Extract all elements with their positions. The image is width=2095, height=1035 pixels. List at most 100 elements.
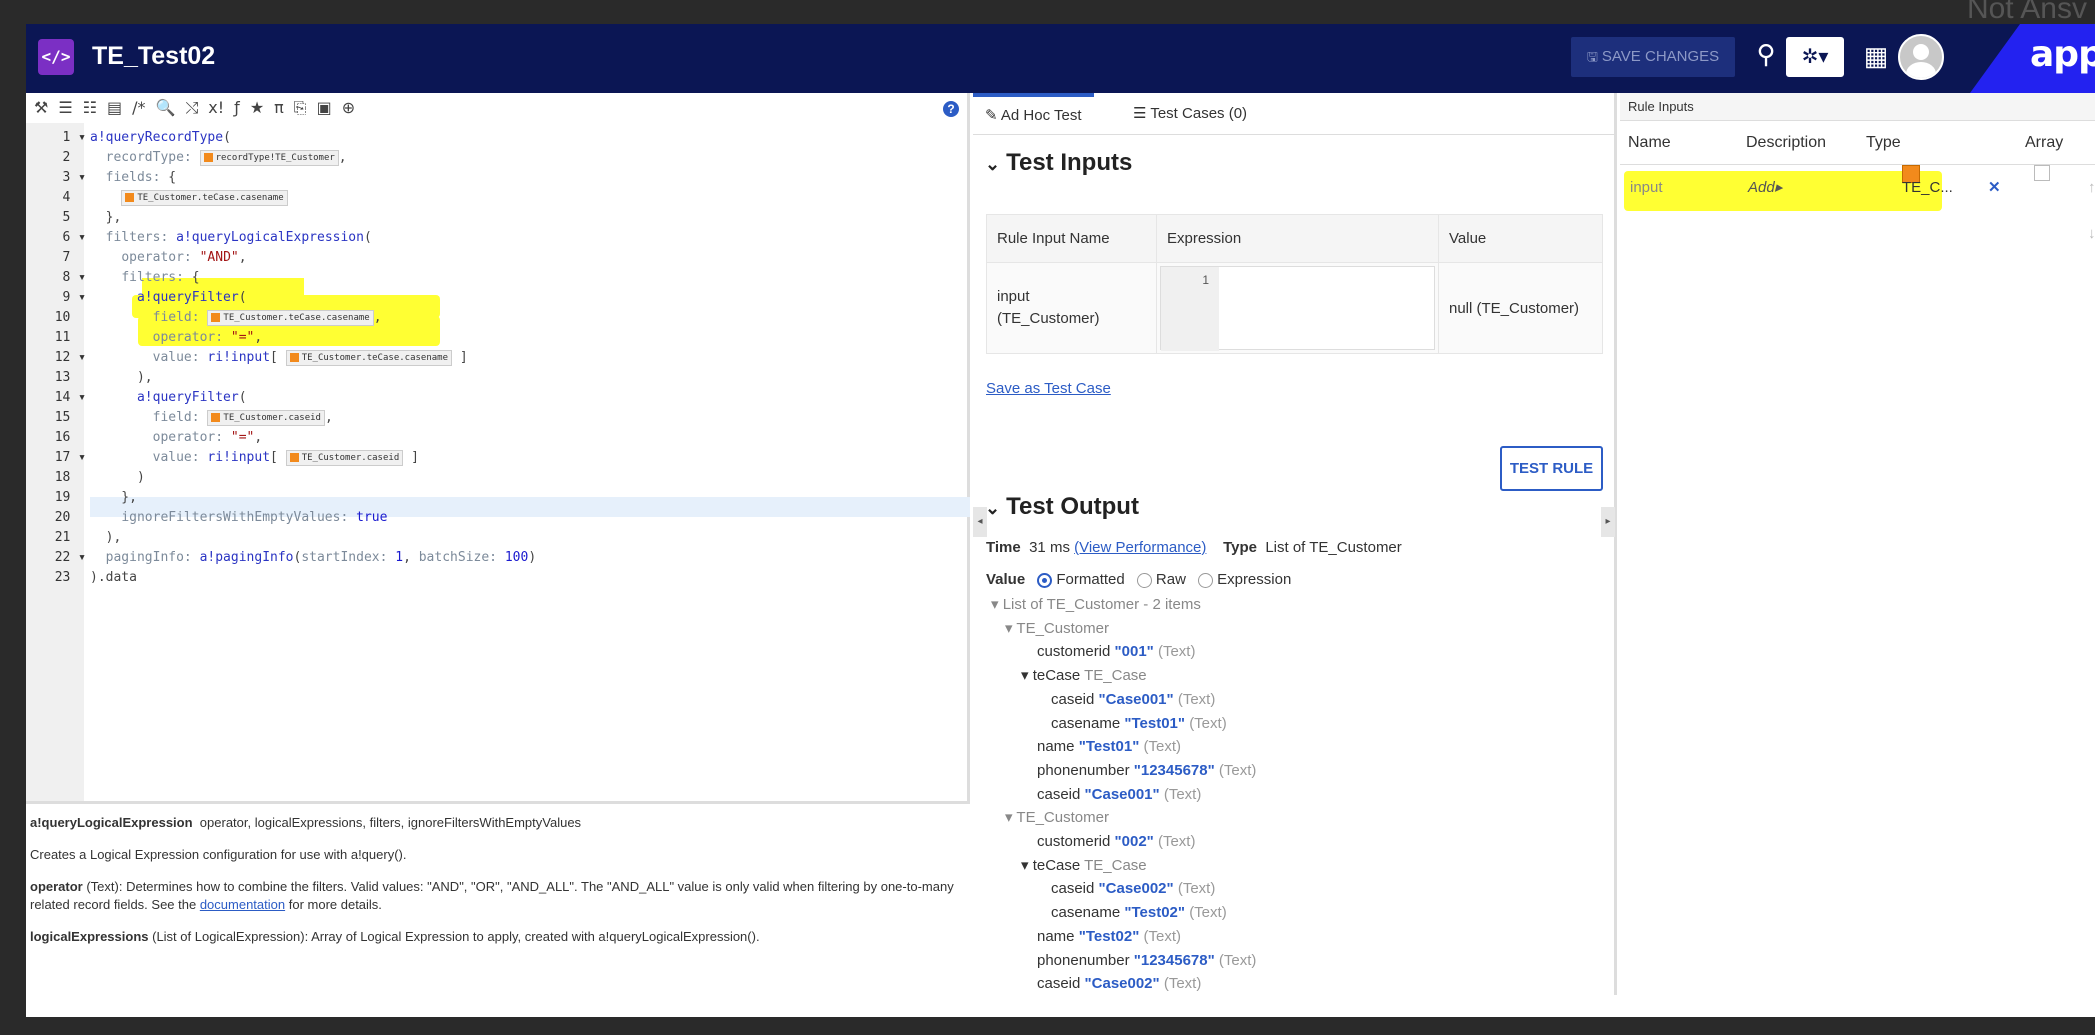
save-changes-button[interactable]: 🖫 SAVE CHANGES — [1571, 37, 1735, 77]
documentation-link[interactable]: documentation — [200, 897, 285, 912]
tree-field: caseid "Case002" (Text) — [1051, 880, 1216, 898]
outdent-icon[interactable]: ☷ — [83, 93, 97, 123]
tab-test-cases[interactable]: ☰ Test Cases (0) — [1121, 93, 1259, 135]
save-as-test-case-link[interactable]: Save as Test Case — [986, 380, 1111, 397]
test-rule-button[interactable]: TEST RULE — [1500, 446, 1603, 491]
code-line[interactable]: 4 TE_Customer.teCase.casename — [26, 188, 970, 208]
tree-root[interactable]: ▾ List of TE_Customer - 2 items — [991, 593, 1256, 617]
tree-field: caseid "Case002" (Text) — [1037, 975, 1202, 993]
test-output-heading[interactable]: ⌄ Test Output — [985, 493, 1145, 521]
radio-expression[interactable] — [1198, 572, 1214, 588]
code-line[interactable]: 3 ▾ fields: { — [26, 168, 970, 188]
rule-input-name[interactable]: input — [1630, 165, 1663, 211]
collapse-right-handle[interactable]: ▸ — [1601, 507, 1615, 537]
code-line[interactable]: 21 ), — [26, 528, 970, 548]
list-icon[interactable]: ▤ — [107, 93, 122, 123]
tree-node[interactable]: ▾ teCase TE_Case — [991, 664, 1256, 688]
code-line[interactable]: 19 }, — [26, 488, 970, 508]
test-inputs-table: Rule Input Name Expression Value input (… — [986, 214, 1603, 354]
code-area[interactable]: 1 ▾ a!queryRecordType(2 recordType: recor… — [26, 123, 970, 801]
test-inputs-heading[interactable]: ⌄ Test Inputs — [985, 149, 1138, 177]
code-line[interactable]: 8 ▾ filters: { — [26, 268, 970, 288]
header-bar: </> TE_Test02 🖫SAVE CHANGES ⚲ ✲▾ ▦ appia — [26, 24, 2095, 93]
tab-label: Ad Hoc Test — [1000, 107, 1082, 124]
code-line[interactable]: 10 field: TE_Customer.teCase.casename, — [26, 308, 970, 328]
save-label: SAVE CHANGES — [1601, 48, 1720, 65]
code-text: operator: "=", — [152, 330, 263, 345]
code-line[interactable]: 22 ▾ pagingInfo: a!pagingInfo(startIndex… — [26, 548, 970, 568]
code-line[interactable]: 6 ▾ filters: a!queryLogicalExpression( — [26, 228, 970, 248]
search-icon[interactable]: ⚲ — [1746, 34, 1786, 74]
time-label: Time — [986, 539, 1021, 556]
star-icon[interactable]: ★ — [250, 93, 264, 123]
tree-field: customerid "002" (Text) — [1037, 833, 1196, 851]
view-performance-link[interactable]: (View Performance) — [1074, 539, 1206, 556]
code-line[interactable]: 5 }, — [26, 208, 970, 228]
code-line[interactable]: 7 operator: "AND", — [26, 248, 970, 268]
remove-type-icon[interactable]: ✕ — [1988, 165, 2001, 211]
code-line[interactable]: 11 operator: "=", — [26, 328, 970, 348]
array-checkbox[interactable] — [2034, 165, 2050, 181]
tree-field: phonenumber "12345678" (Text) — [1037, 951, 1257, 969]
add-description-link[interactable]: Add▸ — [1748, 165, 1782, 211]
code-line[interactable]: 9 ▾ a!queryFilter( — [26, 288, 970, 308]
edit-icon: ✎ — [985, 107, 1001, 124]
radio-label: Expression — [1217, 571, 1292, 588]
tab-ad-hoc-test[interactable]: ✎ Ad Hoc Test — [973, 93, 1094, 135]
copy-icon[interactable]: ▣ — [317, 93, 332, 123]
code-line[interactable]: 23 ).data — [26, 568, 970, 588]
radio-label: Formatted — [1056, 571, 1125, 588]
radio-raw[interactable] — [1136, 572, 1152, 588]
code-line[interactable]: 15 field: TE_Customer.caseid, — [26, 408, 970, 428]
apps-grid-icon[interactable]: ▦ — [1856, 36, 1896, 76]
line-number: 8 ▾ — [62, 270, 86, 285]
settings-gear-button[interactable]: ✲▾ — [1786, 37, 1844, 77]
wrench-icon[interactable]: ⚒ — [34, 93, 48, 123]
export-icon[interactable]: ⎘ — [294, 93, 307, 123]
code-line[interactable]: 1 ▾ a!queryRecordType( — [26, 128, 970, 148]
editor-toolbar: ⚒ ☰ ☷ ▤ /* 🔍 ⤭ x! ƒ ★ π ⎘ ▣ ⊕ — [26, 93, 970, 123]
expression-input[interactable]: 1 — [1160, 266, 1435, 351]
user-avatar[interactable] — [1898, 34, 1944, 80]
code-line[interactable]: 12 ▾ value: ri!input[ TE_Customer.teCase… — [26, 348, 970, 368]
line-number: 6 ▾ — [62, 230, 86, 245]
code-line[interactable]: 13 ), — [26, 368, 970, 388]
reorder-arrows-icon[interactable]: ↑ ↓ — [2088, 165, 2095, 257]
code-line[interactable]: 18 ) — [26, 468, 970, 488]
tree-customer[interactable]: ▾ TE_Customer — [991, 617, 1256, 641]
code-text: }, — [90, 210, 122, 225]
web-icon[interactable]: ⊕ — [342, 93, 355, 123]
doc-operator-text: (Text): Determines how to combine the fi… — [30, 879, 954, 912]
yellow-highlight — [1624, 171, 1942, 211]
fx-icon[interactable]: ƒ — [234, 93, 240, 123]
pi-icon[interactable]: π — [274, 93, 284, 123]
chevron-down-icon: ⌄ — [985, 154, 1001, 174]
collapse-left-handle[interactable]: ◂ — [973, 507, 987, 537]
input-value-cell: null (TE_Customer) — [1438, 262, 1603, 354]
help-icon[interactable]: ? — [943, 101, 959, 117]
code-line[interactable]: 20 ignoreFiltersWithEmptyValues: true — [26, 508, 970, 528]
line-number: 3 ▾ — [62, 170, 86, 185]
expression-rule-icon: </> — [38, 39, 74, 75]
comment-icon[interactable]: /* — [132, 93, 145, 123]
code-line[interactable]: 16 operator: "=", — [26, 428, 970, 448]
section-title: Test Output — [1006, 493, 1139, 520]
tree-node[interactable]: ▾ teCase TE_Case — [991, 854, 1256, 878]
search-icon[interactable]: 🔍 — [156, 93, 176, 123]
tree-field: caseid "Case001" (Text) — [1037, 785, 1202, 803]
xi-icon[interactable]: x! — [208, 93, 224, 123]
code-text: a!queryFilter( — [136, 390, 247, 405]
code-line[interactable]: 14 ▾ a!queryFilter( — [26, 388, 970, 408]
indent-icon[interactable]: ☰ — [58, 93, 72, 123]
tree-field: name "Test01" (Text) — [1037, 738, 1182, 756]
shuffle-icon[interactable]: ⤭ — [185, 93, 198, 123]
expression-editor: ⚒ ☰ ☷ ▤ /* 🔍 ⤭ x! ƒ ★ π ⎘ ▣ ⊕ ? 1 ▾ a!queryRecordType(… — [26, 93, 970, 995]
code-text: TE_Customer.teCase.casename — [90, 188, 288, 208]
line-number: 5 — [62, 210, 86, 225]
code-text: ), — [90, 370, 153, 385]
window-bottom — [26, 995, 2095, 1017]
tree-customer[interactable]: ▾ TE_Customer — [991, 806, 1256, 830]
code-line[interactable]: 2 recordType: recordType!TE_Customer, — [26, 148, 970, 168]
radio-formatted[interactable] — [1037, 572, 1053, 588]
code-line[interactable]: 17 ▾ value: ri!input[ TE_Customer.caseid… — [26, 448, 970, 468]
